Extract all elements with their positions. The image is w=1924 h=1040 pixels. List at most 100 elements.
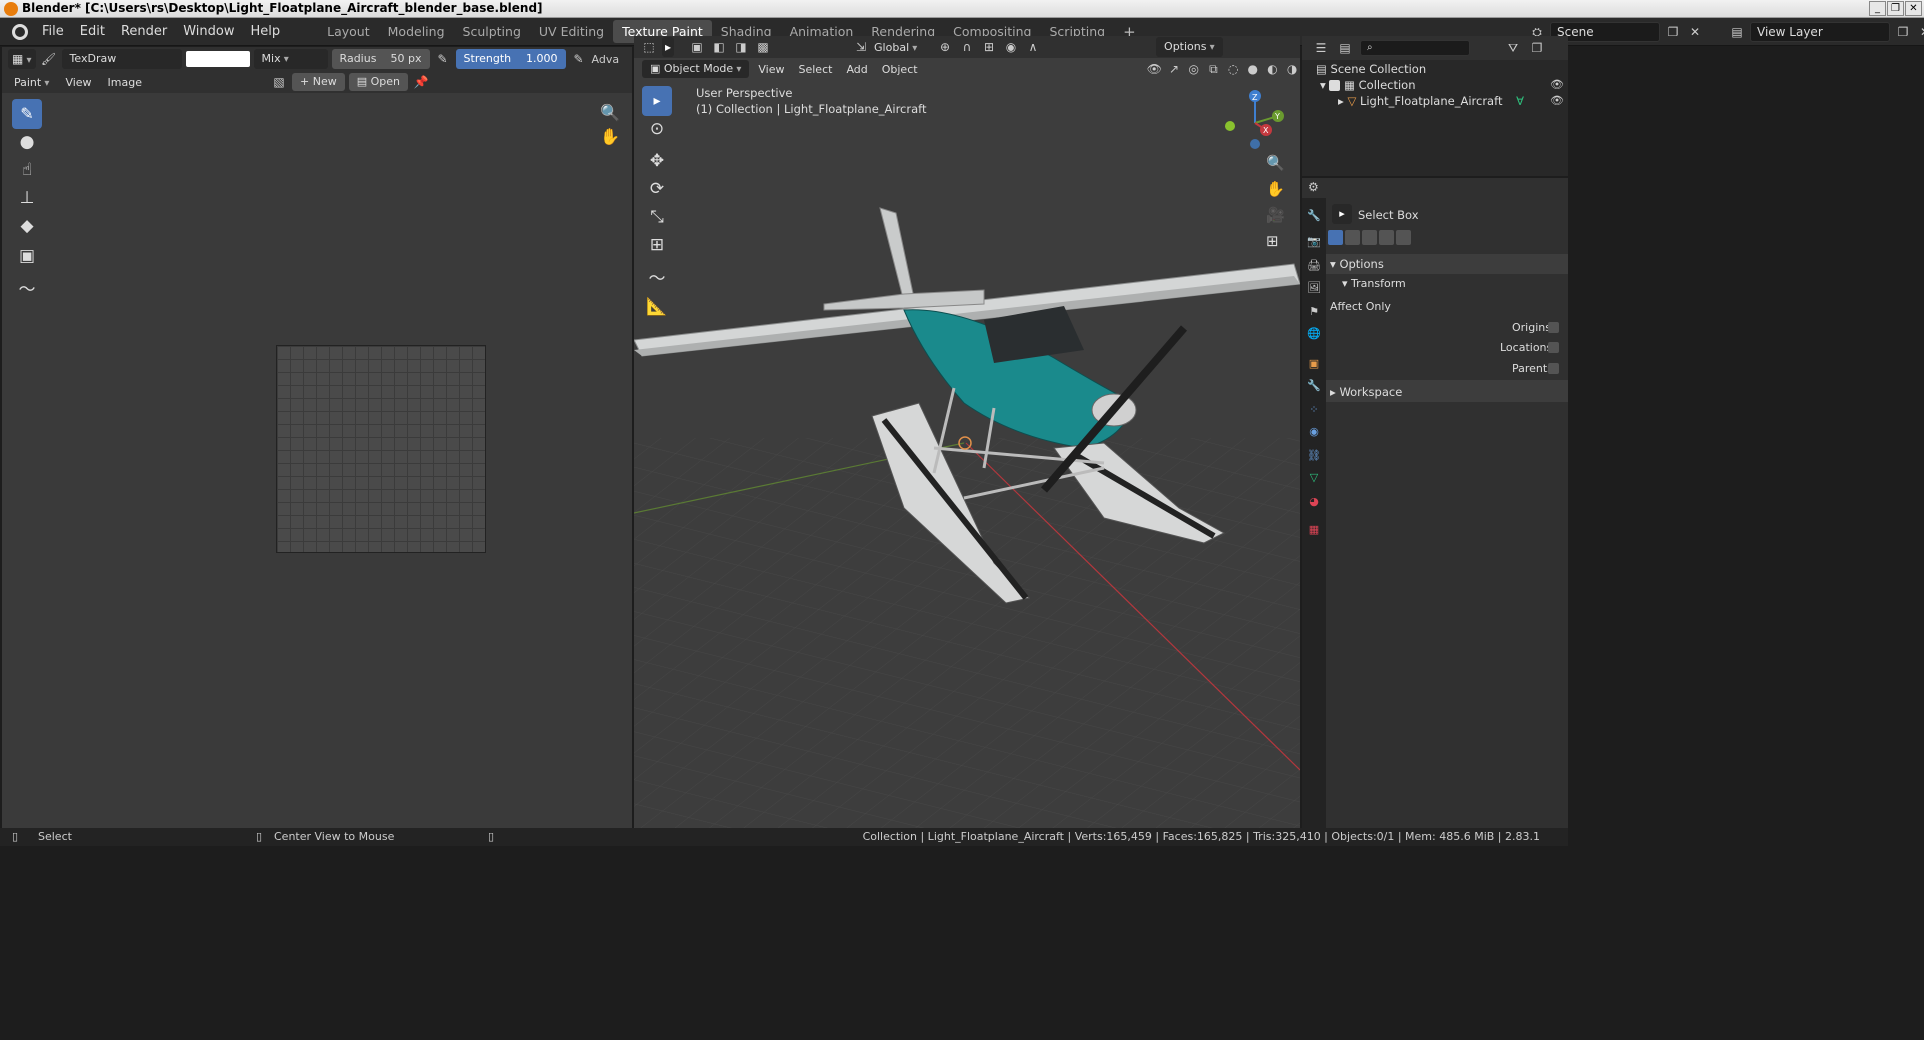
editor-type-icon[interactable]: ▦	[8, 49, 36, 69]
3d-viewport[interactable]: ▣ Object Mode View Select Add Object 👁 ↗…	[634, 58, 1300, 828]
brush-icon[interactable]: 🖌	[40, 50, 58, 68]
scene-tab-icon[interactable]: ⚑	[1306, 304, 1322, 320]
annotate-viewport-tool-icon[interactable]: 〜	[642, 264, 672, 294]
mode-set-icon[interactable]	[1328, 230, 1343, 245]
proportional-edit-icon[interactable]: ◉	[1002, 38, 1020, 56]
display-mode-icon[interactable]: ▤	[1336, 39, 1354, 57]
select-mode-subtract-icon[interactable]: ◨	[732, 38, 750, 56]
new-image-button[interactable]: + New	[292, 73, 345, 91]
options-dropdown[interactable]: Options	[1156, 37, 1223, 57]
view-layer-icon[interactable]: ▤	[1728, 23, 1746, 41]
tab-sculpting[interactable]: Sculpting	[454, 20, 530, 43]
brush-name-field[interactable]: TexDraw	[61, 49, 182, 69]
blend-mode-dropdown[interactable]: Mix	[253, 49, 328, 69]
pan-view-icon[interactable]: ✋	[600, 127, 620, 146]
minimize-button[interactable]: _	[1869, 1, 1886, 16]
viewport-zoom-icon[interactable]: 🔍	[1266, 154, 1285, 172]
move-tool-icon[interactable]: ✥	[642, 146, 672, 176]
transform-tool-icon[interactable]: ⊞	[642, 230, 672, 260]
annotate-tool-icon[interactable]: 〜	[12, 275, 42, 305]
radius-slider[interactable]: Radius 50 px	[331, 49, 430, 69]
locations-checkbox[interactable]	[1548, 342, 1559, 353]
new-view-layer-icon[interactable]: ❐	[1894, 23, 1912, 41]
viewport-pan-icon[interactable]: ✋	[1266, 180, 1285, 198]
scale-tool-icon[interactable]: ⤡	[642, 202, 672, 232]
menu-image[interactable]: Image	[102, 76, 148, 89]
view-layer-field[interactable]: View Layer	[1750, 22, 1890, 42]
viewport-editor-type-icon[interactable]: ⬚	[640, 38, 658, 56]
data-tab-icon[interactable]: ▽	[1306, 470, 1322, 486]
select-mode-extend-icon[interactable]: ◧	[710, 38, 728, 56]
select-box-tool-icon[interactable]: ▸	[662, 37, 675, 57]
outliner-search-input[interactable]: ⌕	[1360, 40, 1470, 56]
object-tab-icon[interactable]: ▣	[1306, 356, 1322, 372]
ortho-toggle-icon[interactable]: ⊞	[1266, 232, 1279, 250]
delete-scene-icon[interactable]: ✕	[1686, 23, 1704, 41]
delete-view-layer-icon[interactable]: ✕	[1916, 23, 1924, 41]
mode-extend-icon[interactable]	[1345, 230, 1360, 245]
snap-icon[interactable]: ∩	[958, 38, 976, 56]
select-mode-new-icon[interactable]: ▣	[688, 38, 706, 56]
mode-intersect-icon[interactable]	[1396, 230, 1411, 245]
parents-checkbox[interactable]	[1548, 363, 1559, 374]
camera-view-icon[interactable]: 🎥	[1266, 206, 1285, 224]
origins-checkbox[interactable]	[1548, 322, 1559, 333]
blender-logo-icon[interactable]	[12, 23, 28, 40]
tool-tab-icon[interactable]: 🔧	[1306, 208, 1322, 224]
outliner-scene-collection[interactable]: ▤ Scene Collection	[1316, 62, 1426, 76]
navigation-gizmo[interactable]: Z Y X	[1220, 88, 1290, 158]
filter-icon[interactable]: ⛛	[1504, 39, 1522, 57]
tab-uv-editing[interactable]: UV Editing	[530, 20, 613, 43]
particles-tab-icon[interactable]: ⁘	[1306, 402, 1322, 418]
snap-target-icon[interactable]: ⊞	[980, 38, 998, 56]
tweak-select-tool-icon[interactable]: ▸	[642, 86, 672, 116]
advanced-dropdown[interactable]: Adva	[592, 53, 620, 66]
open-image-button[interactable]: ▤ Open	[348, 73, 408, 91]
menu-help[interactable]: Help	[243, 24, 289, 39]
menu-render[interactable]: Render	[113, 24, 175, 39]
mask-tool-icon[interactable]: ▣	[12, 241, 42, 271]
menu-edit[interactable]: Edit	[72, 24, 113, 39]
zoom-view-icon[interactable]: 🔍	[600, 103, 620, 122]
object-visibility-icon[interactable]: 👁	[1550, 94, 1564, 107]
mode-difference-icon[interactable]	[1379, 230, 1394, 245]
select-mode-invert-icon[interactable]: ▩	[754, 38, 772, 56]
outliner-collection-row[interactable]: ▾ ▦ Collection	[1320, 78, 1416, 92]
render-tab-icon[interactable]: 📷	[1306, 234, 1322, 250]
radius-pressure-icon[interactable]: ✎	[434, 50, 452, 68]
new-collection-icon[interactable]: ❐	[1528, 39, 1546, 57]
strength-slider[interactable]: Strength 1.000	[455, 49, 566, 69]
modifiers-tab-icon[interactable]: 🔧	[1306, 378, 1322, 394]
maximize-button[interactable]: ❐	[1887, 1, 1904, 16]
pivot-point-icon[interactable]: ⊕	[936, 38, 954, 56]
menu-window[interactable]: Window	[175, 24, 242, 39]
output-tab-icon[interactable]: 🖨	[1306, 258, 1322, 274]
material-tab-icon[interactable]: ◕	[1306, 494, 1322, 510]
fill-tool-icon[interactable]: ◆	[12, 211, 42, 241]
pin-icon[interactable]: 📌	[412, 73, 430, 91]
cursor-tool-icon[interactable]: ⊙	[642, 114, 672, 144]
collection-visibility-icon[interactable]: 👁	[1550, 78, 1564, 91]
tab-layout[interactable]: Layout	[318, 20, 379, 43]
world-tab-icon[interactable]: 🌐	[1306, 326, 1322, 342]
view-layer-tab-icon[interactable]: 🖼	[1306, 280, 1322, 296]
soften-tool-icon[interactable]: ●	[12, 127, 42, 157]
properties-editor-icon[interactable]: ⚙	[1308, 180, 1319, 194]
measure-tool-icon[interactable]: 📐	[642, 292, 672, 322]
menu-file[interactable]: File	[34, 24, 72, 39]
draw-tool-icon[interactable]: ✎	[12, 99, 42, 129]
falloff-icon[interactable]: ∧	[1024, 38, 1042, 56]
close-window-button[interactable]: ✕	[1905, 1, 1922, 16]
constraints-tab-icon[interactable]: ⛓	[1306, 448, 1322, 464]
image-browse-icon[interactable]: ▧	[270, 73, 288, 91]
strength-pressure-icon[interactable]: ✎	[570, 50, 588, 68]
new-scene-icon[interactable]: ❐	[1664, 23, 1682, 41]
physics-tab-icon[interactable]: ◉	[1306, 424, 1322, 440]
outliner-editor-icon[interactable]: ☰	[1312, 39, 1330, 57]
texture-tab-icon[interactable]: ▦	[1306, 522, 1322, 538]
menu-view-image[interactable]: View	[59, 76, 97, 89]
transform-orientation-icon[interactable]: ⇲	[852, 38, 870, 56]
rotate-tool-icon[interactable]: ⟳	[642, 174, 672, 204]
mode-subtract-icon[interactable]	[1362, 230, 1377, 245]
clone-tool-icon[interactable]: ⊥	[12, 183, 42, 213]
